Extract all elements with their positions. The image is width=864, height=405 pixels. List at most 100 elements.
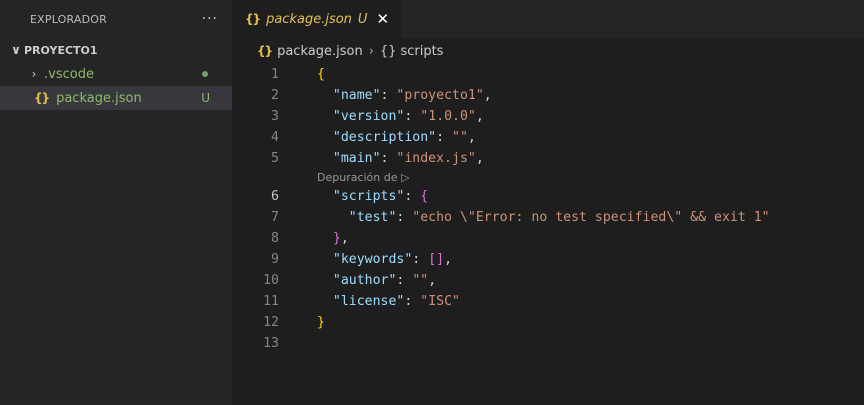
code-token: "proyecto1" [396,88,484,103]
line-content: "name": "proyecto1", [279,85,492,106]
line-content: } [279,312,325,333]
code-line: 10 "author": "", [233,270,864,291]
code-line: 2 "name": "proyecto1", [233,85,864,106]
codelens-debug[interactable]: Depuración de ▷ [233,169,864,186]
code-token: : [380,151,397,166]
tree-item-package-json[interactable]: {} package.json U [0,86,232,110]
code-token: "test" [348,210,397,225]
object-symbol-icon: {} [379,43,397,59]
code-line: 8 }, [233,228,864,249]
tab-package-json[interactable]: {} package.json U ✕ [233,0,403,38]
code-token: : [404,109,421,124]
chevron-right-icon: › [368,43,374,59]
code-token: , [475,151,484,166]
line-number: 1 [271,67,279,82]
line-content: "license": "ISC" [279,291,460,312]
code-token: } [332,231,341,246]
code-line: 13 [233,333,864,354]
line-content: "author": "", [279,270,436,291]
line-number: 9 [271,252,279,267]
code-token: , [467,130,476,145]
code-editor[interactable]: 1{2 "name": "proyecto1", 3 "version": "1.… [233,64,864,354]
line-number: 2 [271,88,279,103]
code-line: 11 "license": "ISC" [233,291,864,312]
code-token: "description" [332,130,437,145]
more-actions-icon[interactable]: ··· [202,11,218,27]
line-number: 6 [271,189,279,204]
line-number: 7 [271,210,279,225]
code-token: } [317,315,325,330]
line-content [279,333,317,354]
breadcrumb-symbol[interactable]: scripts [400,44,443,59]
code-line: 5 "main": "index.js", [233,148,864,169]
vscode-window: EXPLORADOR ··· ∨ PROYECTO1 › .vscode {} … [0,0,864,405]
code-token: "keywords" [332,252,413,267]
code-line: 1{ [233,64,864,85]
code-line: 4 "description": "", [233,127,864,148]
line-content: }, [279,228,349,249]
tab-label: package.json [266,11,352,27]
breadcrumb: {} package.json › {} scripts [233,38,864,64]
tree-item-vscode[interactable]: › .vscode [0,62,232,86]
code-token: : [404,189,421,204]
project-folder-label: PROYECTO1 [24,43,98,57]
code-token: , [428,273,437,288]
project-folder-header[interactable]: ∨ PROYECTO1 [0,38,232,62]
json-file-icon: {} [257,44,273,58]
explorer-header: EXPLORADOR ··· [0,0,232,38]
code-token: { [317,67,325,82]
line-number: 5 [271,151,279,166]
line-number: 10 [263,273,279,288]
modified-dot-icon [202,71,208,77]
line-content: "version": "1.0.0", [279,106,484,127]
code-token: "main" [332,151,381,166]
code-token: "name" [332,88,381,103]
code-token: : [380,88,397,103]
code-token: : [404,294,421,309]
code-token: , [340,231,349,246]
code-token: "license" [332,294,405,309]
breadcrumb-file[interactable]: package.json [277,44,363,59]
code-token: "scripts" [332,189,405,204]
line-number: 13 [263,336,279,351]
code-line: 6 "scripts": { [233,186,864,207]
code-token: "" [412,273,429,288]
line-number: 11 [263,294,279,309]
editor-area: {} package.json U ✕ {} package.json › {}… [233,0,864,405]
tab-bar: {} package.json U ✕ [233,0,864,38]
close-icon[interactable]: ✕ [376,10,389,28]
line-content: { [279,64,325,85]
chevron-right-icon: › [31,67,37,81]
code-token: , [475,109,484,124]
code-token: : [412,252,429,267]
code-line: 12} [233,312,864,333]
code-token: "ISC" [420,294,460,309]
code-token: , [483,88,492,103]
json-file-icon: {} [34,91,50,105]
code-token: "" [452,130,468,145]
code-token: : [396,210,413,225]
code-line: 9 "keywords": [], [233,249,864,270]
code-line: 7 "test": "echo \"Error: no test specifi… [233,207,864,228]
code-token: : [396,273,413,288]
line-content: "test": "echo \"Error: no test specified… [279,207,770,228]
code-token: "version" [332,109,405,124]
line-content: "keywords": [], [279,249,452,270]
line-number: 8 [271,231,279,246]
line-content: "main": "index.js", [279,148,484,169]
code-token: "echo \"Error: no test specified\" && ex… [412,210,770,225]
code-token: "index.js" [396,151,476,166]
tree-item-label: .vscode [44,66,94,82]
line-content: "scripts": { [279,186,428,207]
explorer-sidebar: EXPLORADOR ··· ∨ PROYECTO1 › .vscode {} … [0,0,233,405]
explorer-title: EXPLORADOR [30,12,108,26]
code-line: 3 "version": "1.0.0", [233,106,864,127]
code-token: "1.0.0" [420,109,476,124]
tree-item-label: package.json [56,90,142,106]
json-file-icon: {} [245,12,261,26]
tab-untracked-badge: U [357,11,368,27]
line-number: 12 [263,315,279,330]
line-content: "description": "", [279,127,476,148]
code-token: [] [428,252,445,267]
code-token: "author" [332,273,397,288]
